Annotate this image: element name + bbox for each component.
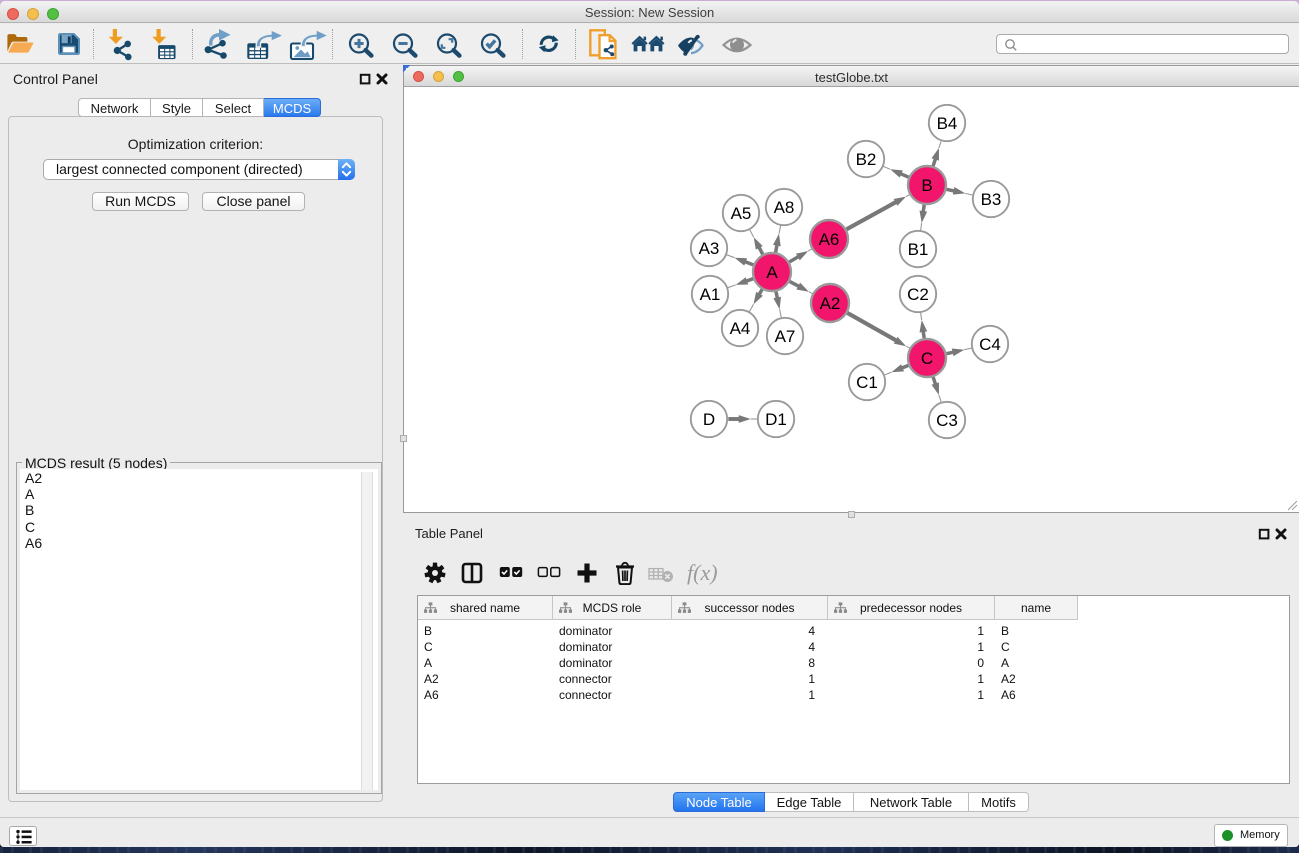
svg-text:B1: B1: [908, 240, 929, 259]
svg-text:A7: A7: [775, 327, 796, 346]
svg-text:A4: A4: [730, 319, 751, 338]
svg-text:C2: C2: [907, 285, 929, 304]
svg-text:B2: B2: [856, 150, 877, 169]
svg-text:A6: A6: [819, 230, 840, 249]
svg-text:B4: B4: [937, 114, 958, 133]
svg-text:A8: A8: [774, 198, 795, 217]
svg-text:C: C: [921, 349, 933, 368]
svg-text:B: B: [921, 176, 932, 195]
svg-text:A3: A3: [699, 239, 720, 258]
svg-text:B3: B3: [981, 190, 1002, 209]
svg-text:A1: A1: [700, 285, 721, 304]
svg-text:A: A: [766, 263, 778, 282]
svg-text:D: D: [703, 410, 715, 429]
svg-text:A2: A2: [820, 294, 841, 313]
svg-text:C3: C3: [936, 411, 958, 430]
svg-text:C1: C1: [856, 373, 878, 392]
svg-text:D1: D1: [765, 410, 787, 429]
svg-text:A5: A5: [731, 204, 752, 223]
svg-text:C4: C4: [979, 335, 1001, 354]
